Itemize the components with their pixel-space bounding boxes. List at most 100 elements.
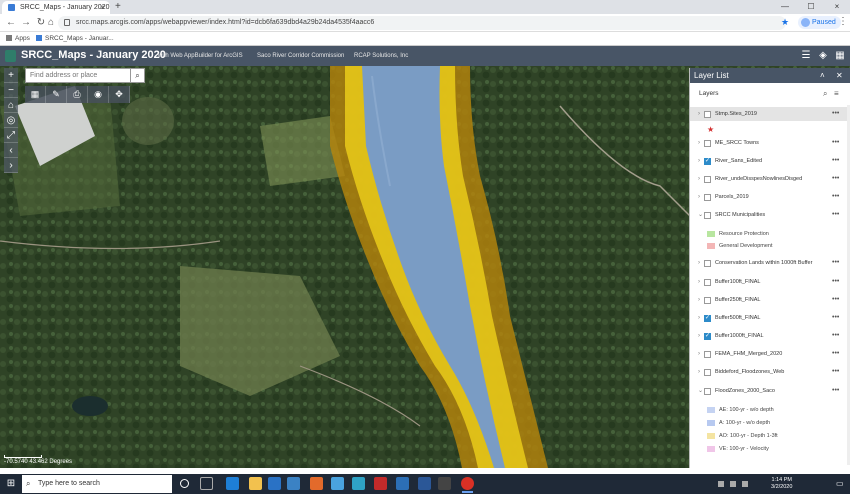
home-extent-icon[interactable]: ⌂ [4,98,18,113]
draw-icon[interactable]: ✎ [46,86,67,103]
notifications-icon[interactable]: ▭ [836,479,844,488]
layer-checkbox[interactable] [704,369,711,376]
more-options-icon[interactable]: ••• [832,172,839,186]
layer-row[interactable]: › River_undeDisspesNowlinesDisged ••• [690,172,850,186]
edge-icon[interactable] [226,477,239,490]
next-extent-icon[interactable]: › [4,158,18,173]
back-arrow-icon[interactable]: ← [4,16,18,30]
new-tab-button[interactable]: + [115,0,121,14]
print-icon[interactable]: ⎙ [67,86,88,103]
layer-row[interactable]: › Buffer1000ft_FINAL ••• [690,329,850,343]
layer-checkbox[interactable] [704,279,711,286]
more-options-icon[interactable]: ••• [832,136,839,150]
app-icon[interactable] [438,477,451,490]
layer-checkbox[interactable] [704,176,711,183]
close-window-button[interactable]: × [824,0,850,14]
store-icon[interactable] [287,477,300,490]
layer-checkbox[interactable] [704,212,711,219]
maximize-button[interactable]: ☐ [798,0,824,14]
chrome-icon[interactable] [461,477,474,493]
expand-arrow-icon[interactable]: › [698,154,700,168]
url-input[interactable]: srcc.maps.arcgis.com/apps/webappviewer/i… [58,16,786,30]
locate-icon[interactable]: ✥ [109,86,130,103]
previous-extent-icon[interactable]: ‹ [4,143,18,158]
measure-icon[interactable]: ◉ [88,86,109,103]
full-screen-icon[interactable]: ⤢ [4,128,18,143]
expand-arrow-icon[interactable]: › [698,329,700,343]
tray-battery-icon[interactable] [742,481,748,487]
layer-row[interactable]: › Buffer500ft_FINAL ••• [690,311,850,325]
expand-arrow-icon[interactable]: › [698,275,700,289]
bookmark-apps[interactable]: Apps [6,32,30,46]
expand-arrow-icon[interactable]: ⌄ [698,208,703,222]
zoom-out-button[interactable]: − [4,83,18,98]
more-options-icon[interactable]: ••• [832,275,839,289]
bookmark-srcc[interactable]: SRCC_Maps - Januar... [36,32,114,46]
onedrive-icon[interactable] [331,477,344,490]
browser-tab[interactable]: SRCC_Maps - January 2020 × [2,1,110,14]
more-options-icon[interactable]: ••• [832,365,839,379]
layer-checkbox[interactable] [704,111,711,118]
expand-arrow-icon[interactable]: › [698,256,700,270]
search-icon[interactable]: ⌕ [823,83,827,105]
collapse-panel-icon[interactable]: ˄ [820,68,825,83]
more-options-icon[interactable]: ••• [832,190,839,204]
layer-row[interactable]: › Conservation Lands within 1000ft Buffer… [690,256,850,270]
layer-row[interactable]: ⌄ SRCC Municipalities ••• [690,208,850,222]
layer-row[interactable]: › Buffer250ft_FINAL ••• [690,293,850,307]
windows-start-icon[interactable]: ⊞ [0,474,22,494]
forward-arrow-icon[interactable]: → [19,16,33,30]
expand-arrow-icon[interactable]: › [698,311,700,325]
layer-row[interactable]: › ME_SRCC Towns ••• [690,136,850,150]
outlook-icon[interactable] [268,477,281,490]
my-location-icon[interactable]: ◎ [4,113,18,128]
layer-checkbox[interactable] [704,388,711,395]
layer-checkbox[interactable] [704,140,711,147]
task-view-icon[interactable] [200,477,213,490]
basemap-gallery-icon[interactable]: ▦ [25,86,46,103]
expand-arrow-icon[interactable]: › [698,190,700,204]
layer-row[interactable]: ⌄ FloodZones_2000_Saco ••• [690,384,850,398]
expand-arrow-icon[interactable]: › [698,107,700,121]
layer-row[interactable]: › Stmp.Sites_2019 ••• [690,107,850,121]
layer-checkbox-checked[interactable] [704,312,711,324]
layer-checkbox[interactable] [704,297,711,304]
expand-arrow-icon[interactable]: › [698,136,700,150]
expand-arrow-icon[interactable]: › [698,172,700,186]
tray-network-icon[interactable] [718,481,724,487]
layer-checkbox[interactable] [704,351,711,358]
layer-row[interactable]: › Buffer100ft_FINAL ••• [690,275,850,289]
minimize-button[interactable]: — [772,0,798,14]
layers-icon[interactable]: ◈ [817,50,829,62]
home-icon[interactable]: ⌂ [44,16,58,30]
profile-button[interactable]: Paused [798,16,841,29]
acrobat-icon[interactable] [374,477,387,490]
more-options-icon[interactable]: ••• [832,311,839,325]
layer-checkbox-checked[interactable] [704,330,711,342]
expand-arrow-icon[interactable]: › [698,293,700,307]
more-options-icon[interactable]: ••• [832,293,839,307]
expand-arrow-icon[interactable]: › [698,347,700,361]
layer-row[interactable]: › Parcels_2019 ••• [690,190,850,204]
list-options-icon[interactable]: ≡ [834,83,839,105]
more-options-icon[interactable]: ••• [832,384,839,398]
expand-arrow-icon[interactable]: › [698,365,700,379]
more-options-icon[interactable]: ••• [832,154,839,168]
tab-close-icon[interactable]: × [100,1,105,14]
more-options-icon[interactable]: ••• [832,329,839,343]
layer-row[interactable]: › FEMA_FHM_Merged_2020 ••• [690,347,850,361]
layer-checkbox-checked[interactable] [704,155,711,167]
search-icon[interactable]: ⌕ [131,68,145,83]
close-panel-icon[interactable]: ✕ [836,68,843,83]
more-options-icon[interactable]: ••• [832,107,839,121]
layer-checkbox[interactable] [704,194,711,201]
more-options-icon[interactable]: ••• [832,347,839,361]
taskbar-clock[interactable]: 1:14 PM 3/2/2020 [771,477,792,491]
app-icon[interactable] [396,477,409,490]
file-explorer-icon[interactable] [249,477,262,490]
snip-icon[interactable] [352,477,365,490]
layer-row[interactable]: › Biddeford_Floodzones_Web ••• [690,365,850,379]
browser-menu-icon[interactable]: ⋮ [838,16,848,27]
more-options-icon[interactable]: ••• [832,256,839,270]
expand-arrow-icon[interactable]: ⌄ [698,384,703,398]
